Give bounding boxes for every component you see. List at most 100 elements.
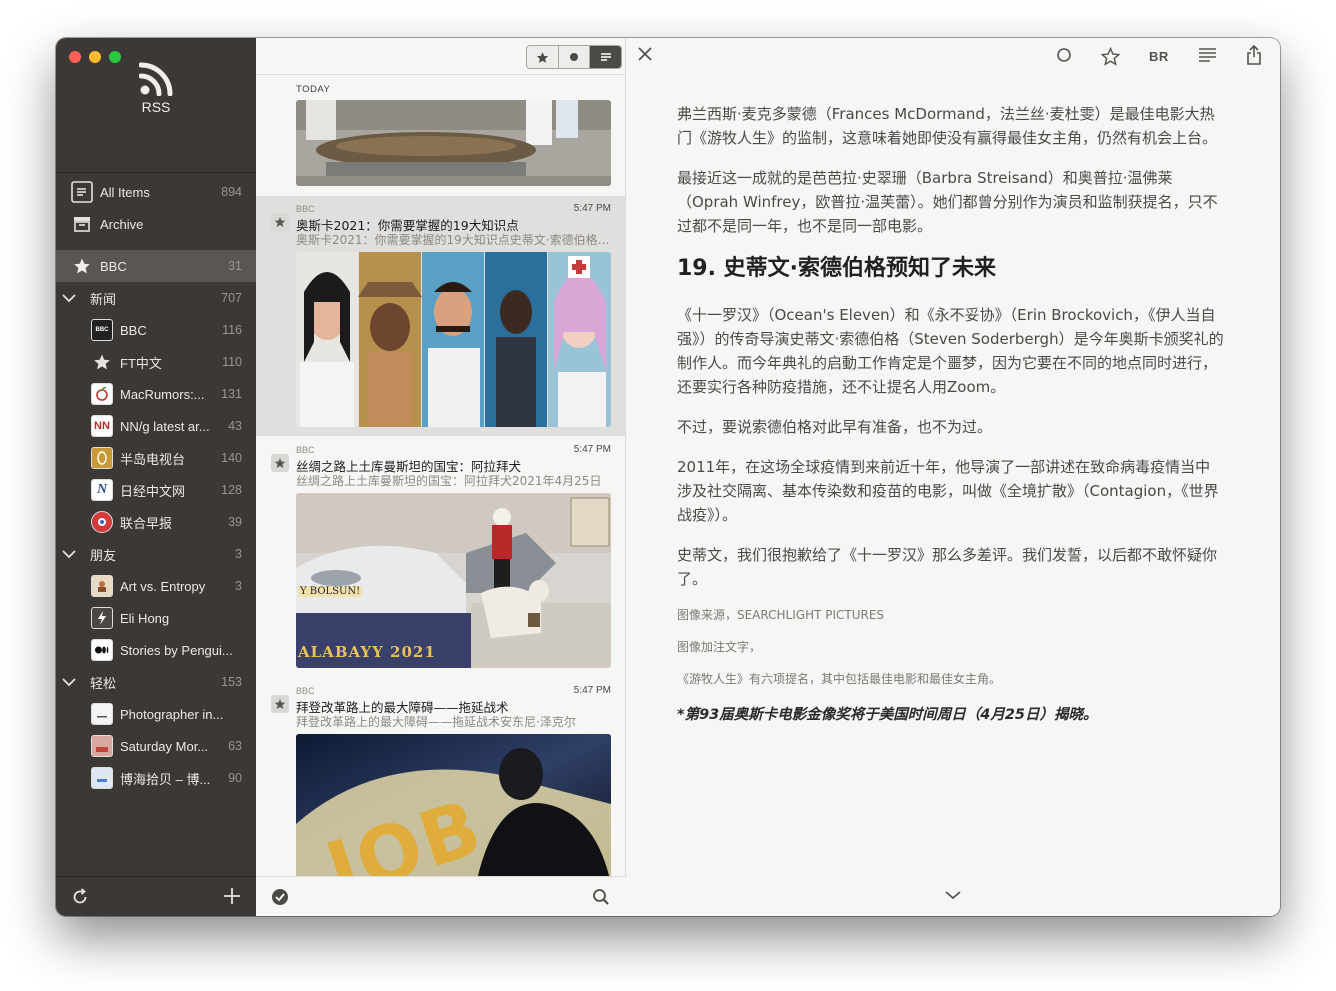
article-item[interactable]: BBC 5:47 PM 丝绸之路上土库曼斯坦的国宝：阿拉拜犬 丝绸之路上土库曼斯…: [256, 437, 626, 678]
article-image: [296, 100, 611, 186]
star-icon: [91, 351, 113, 373]
sidebar-item-macrumors[interactable]: MacRumors:... 131: [56, 378, 256, 410]
sidebar-group-friends[interactable]: 朋友 3: [56, 538, 256, 570]
list-footer: [256, 876, 626, 916]
star-article-button[interactable]: [271, 454, 289, 472]
article-heading: 19. 史蒂文·索德伯格预知了未来: [677, 256, 996, 281]
article-image: [296, 252, 611, 427]
section-header-today: TODAY: [296, 84, 331, 95]
chevron-down-icon[interactable]: [61, 293, 77, 303]
sidebar-item-art-vs-entropy[interactable]: Art vs. Entropy 3: [56, 570, 256, 602]
app-window: RSS All Items 894 Archive BBC 31 新闻 707 …: [56, 38, 1280, 916]
app-name: RSS: [141, 99, 171, 115]
filter-all-button[interactable]: [590, 46, 621, 68]
smbc-favicon: [91, 735, 113, 757]
reader-mode-button[interactable]: [1198, 47, 1217, 63]
app-logo: RSS: [56, 62, 256, 115]
bohai-favicon: [91, 767, 113, 789]
list-icon: [71, 181, 93, 203]
filter-starred-button[interactable]: [527, 46, 559, 68]
share-button[interactable]: [1246, 45, 1262, 65]
article-note: *第93届奥斯卡电影金像奖将于美国时间周日（4月25日）揭晓。: [677, 707, 1098, 723]
sidebar-footer: [56, 876, 256, 916]
sidebar-item-archive[interactable]: Archive: [56, 208, 256, 240]
macrumors-favicon: [91, 383, 113, 405]
zaobao-favicon: [91, 511, 113, 533]
article-item[interactable]: BBC 5:47 PM 奥斯卡2021：你需要掌握的19大知识点 奥斯卡2021…: [256, 196, 626, 436]
filter-unread-button[interactable]: [559, 46, 591, 68]
sidebar-item-ft[interactable]: FT中文 110: [56, 346, 256, 378]
dot-icon: [570, 53, 578, 61]
add-feed-icon[interactable]: [222, 886, 242, 910]
sidebar-group-relax[interactable]: 轻松 153: [56, 666, 256, 698]
sidebar-item-smbc[interactable]: Saturday Mor... 63: [56, 730, 256, 762]
bionic-reading-button[interactable]: BR: [1149, 49, 1169, 64]
star-icon: [274, 699, 286, 709]
sidebar-item-nikkei[interactable]: N 日经中文网 128: [56, 474, 256, 506]
sidebar-item-aljazeera[interactable]: 半岛电视台 140: [56, 442, 256, 474]
star-icon: [536, 51, 549, 63]
image-source-caption: 图像来源，SEARCHLIGHT PICTURES: [677, 608, 885, 622]
article-paragraph: 弗兰西斯·麦克多蒙德（Frances McDormand，法兰丝·麦杜雯）是最佳…: [677, 105, 1218, 147]
aljazeera-favicon: [91, 447, 113, 469]
sidebar-item-nng[interactable]: NN NN/g latest ar... 43: [56, 410, 256, 442]
star-icon: [71, 255, 93, 277]
article-content: 弗兰西斯·麦克多蒙德（Frances McDormand，法兰丝·麦杜雯）是最佳…: [677, 102, 1225, 724]
article-paragraph: 不过，要说索德伯格对此早有准备，也不为过。: [677, 418, 993, 436]
feed-list: All Items 894 Archive BBC 31 新闻 707 BBC …: [56, 171, 256, 794]
close-article-button[interactable]: [638, 47, 652, 61]
close-icon: [638, 47, 652, 61]
article-paragraph: 史蒂文，我们很抱歉给了《十一罗汉》那么多差评。我们发誓，以后都不敢怀疑你了。: [677, 546, 1218, 588]
sidebar-item-zaobao[interactable]: 联合早报 39: [56, 506, 256, 538]
archive-icon: [71, 213, 93, 235]
sidebar-item-all-items[interactable]: All Items 894: [56, 176, 256, 208]
text-lines-icon: [1199, 48, 1216, 62]
chevron-down-icon[interactable]: [61, 677, 77, 687]
reader-toolbar: BR: [626, 38, 1280, 75]
search-icon[interactable]: [592, 888, 610, 910]
sidebar-group-news[interactable]: 新闻 707: [56, 282, 256, 314]
sidebar-item-eli-hong[interactable]: Eli Hong: [56, 602, 256, 634]
mark-all-read-icon[interactable]: [271, 888, 289, 910]
photographer-favicon: [91, 703, 113, 725]
circle-icon: [1057, 48, 1071, 62]
article-paragraph: 《十一罗汉》（Ocean's Eleven）和《永不妥协》（Erin Brock…: [677, 306, 1224, 396]
medium-favicon: [91, 639, 113, 661]
chevron-down-icon[interactable]: [944, 885, 962, 904]
star-outline-icon: [1101, 47, 1120, 66]
article-item[interactable]: BBC 5:47 PM 拜登改革路上的最大障碍——拖延战术 拜登改革路上的最大障…: [256, 678, 626, 876]
sidebar-item-bbc[interactable]: BBC BBC 116: [56, 314, 256, 346]
chevron-down-icon[interactable]: [61, 549, 77, 559]
filter-segmented-control: [526, 45, 622, 69]
star-article-button[interactable]: [1101, 47, 1120, 66]
article-image: JOB: [296, 734, 611, 876]
lightning-favicon: [91, 607, 113, 629]
article-list-pane: TODAY BBC 5:47 PM 奥斯卡2021：你需要掌握的19大知识点 奥…: [256, 38, 626, 916]
list-toolbar: [256, 38, 626, 75]
image-caption-text: 《游牧人生》有六项提名，其中包括最佳电影和最佳女主角。: [677, 672, 1002, 686]
refresh-icon[interactable]: [71, 888, 89, 910]
sidebar-item-photographer[interactable]: Photographer in...: [56, 698, 256, 730]
article-paragraph: 最接近这一成就的是芭芭拉·史翠珊（Barbra Streisand）和奥普拉·温…: [677, 169, 1218, 235]
star-icon: [274, 458, 286, 468]
sidebar-item-stories-by-penguin[interactable]: Stories by Pengui...: [56, 634, 256, 666]
list-icon: [600, 53, 611, 61]
star-article-button[interactable]: [271, 695, 289, 713]
mark-unread-button[interactable]: [1056, 47, 1072, 63]
image-caption-label: 图像加注文字，: [677, 640, 762, 654]
art-vs-entropy-favicon: [91, 575, 113, 597]
sidebar: RSS All Items 894 Archive BBC 31 新闻 707 …: [56, 38, 256, 916]
sidebar-item-bohai[interactable]: 博海拾贝 – 博... 90: [56, 762, 256, 794]
nikkei-favicon: N: [91, 479, 113, 501]
sidebar-item-bbc-starred[interactable]: BBC 31: [56, 250, 256, 282]
bbc-favicon: BBC: [91, 319, 113, 341]
rss-icon: [139, 62, 173, 96]
nng-favicon: NN: [91, 415, 113, 437]
star-icon: [274, 217, 286, 227]
share-icon: [1247, 45, 1261, 65]
reader-pane: BR 弗兰西斯·麦克多蒙德（Frances McDormand，法兰丝·麦杜雯）…: [626, 38, 1280, 916]
article-list[interactable]: BBC 5:47 PM 奥斯卡2021：你需要掌握的19大知识点 奥斯卡2021…: [256, 100, 626, 876]
article-paragraph: 2011年，在这场全球疫情到来前近十年，他导演了一部讲述在致命病毒疫情当中涉及社…: [677, 458, 1219, 524]
star-article-button[interactable]: [271, 213, 289, 231]
article-image: Y BOLSUN! ALABAYY 2021: [296, 493, 611, 668]
